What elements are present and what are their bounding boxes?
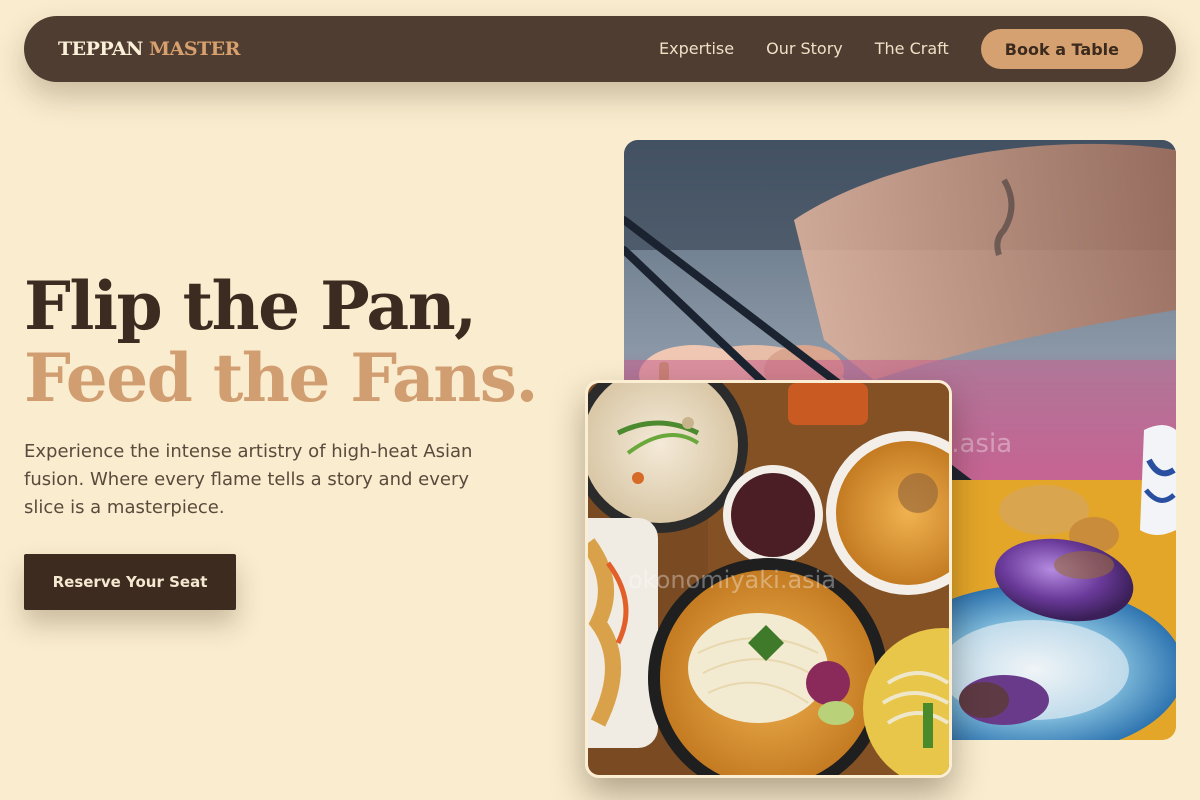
logo-primary: TEPPAN <box>58 38 143 60</box>
top-nav: TEPPAN MASTER Expertise Our Story The Cr… <box>24 16 1176 82</box>
hero-subtitle: Experience the intense artistry of high-… <box>24 441 473 518</box>
nav-link-the-craft[interactable]: The Craft <box>875 39 949 59</box>
nav-link-expertise[interactable]: Expertise <box>659 39 734 59</box>
back-watermark: i.asia <box>944 429 1012 459</box>
nav-links: Expertise Our Story The Craft Book a Tab… <box>659 29 1143 69</box>
logo[interactable]: TEPPAN MASTER <box>58 37 240 61</box>
book-table-button[interactable]: Book a Table <box>980 29 1143 69</box>
food-spread-photo: okonomiyaki.asia <box>585 380 952 778</box>
food-spread-illustration: okonomiyaki.asia <box>588 383 949 775</box>
front-watermark: okonomiyaki.asia <box>628 566 836 594</box>
hero-headline: Flip the Pan, Feed the Fans. <box>24 270 584 414</box>
headline-line-2: Feed the Fans. <box>24 339 538 417</box>
nav-link-our-story[interactable]: Our Story <box>766 39 843 59</box>
headline-line-1: Flip the Pan, <box>24 267 477 345</box>
reserve-seat-button[interactable]: Reserve Your Seat <box>24 554 236 610</box>
logo-secondary: MASTER <box>149 38 240 60</box>
